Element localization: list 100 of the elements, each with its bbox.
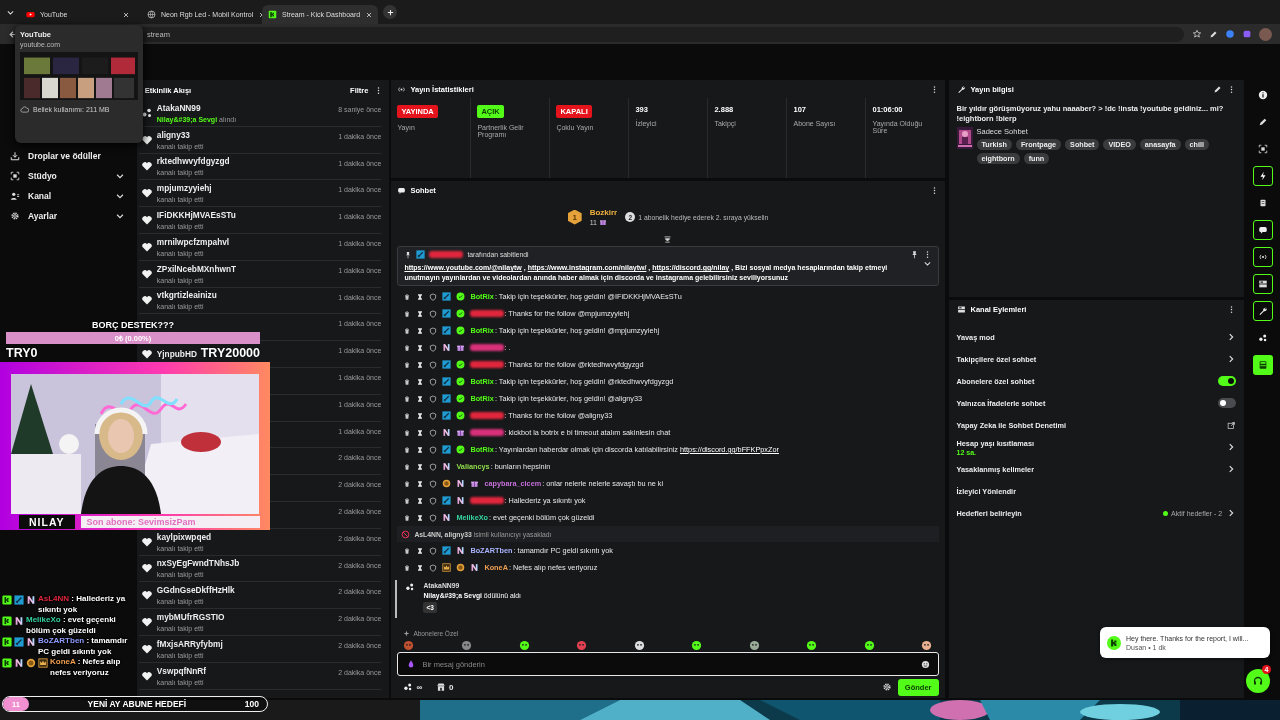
heart-icon [140,616,153,629]
sidebar-item[interactable]: Ayarlar [0,206,135,226]
hourglass-icon[interactable] [416,360,425,369]
focus-icon [10,171,20,181]
hourglass-icon[interactable] [416,394,425,403]
trash-icon[interactable] [403,563,412,572]
hourglass-icon[interactable] [416,445,425,454]
toggle-switch[interactable] [1218,398,1237,408]
focus-icon [1258,144,1268,154]
username: aligny33 [156,129,190,140]
status-dot [1163,510,1169,516]
heart-icon [140,669,153,682]
emote-icon[interactable] [633,640,645,651]
chat-icon [1258,225,1268,235]
emote-icon[interactable] [518,640,530,651]
chat-icon [397,185,407,195]
trash-icon[interactable] [403,343,412,352]
chevron-down-icon[interactable] [922,259,932,268]
new-tab-button[interactable] [383,5,397,19]
goal-min: TRY0 [6,346,38,360]
trash-icon[interactable] [403,445,412,454]
heart-icon [140,348,153,361]
sidebar-item[interactable]: Kanal [0,186,135,206]
rank-badge: 1 [567,209,582,225]
streamer-name: NILAY [19,515,75,529]
username: nxSyEgFwndTNhsJb [156,558,240,569]
hourglass-icon[interactable] [416,563,425,572]
username: rktedhwvyfdgyzgd [156,156,230,167]
hourglass-icon[interactable] [416,513,425,522]
emote-icon[interactable] [748,640,760,651]
sub-goal-title: YENİ AY ABUNE HEDEFİ [86,699,188,709]
help-button[interactable] [1246,669,1270,693]
username: IFiDKKHjMVAEsSTu [156,210,236,221]
rail-button[interactable] [1253,355,1273,375]
trash-icon[interactable] [403,394,412,403]
trash-icon[interactable] [403,428,412,437]
rail-button[interactable] [1253,220,1273,240]
rail-button[interactable] [1253,247,1273,267]
trash-icon[interactable] [403,377,412,386]
trash-icon[interactable] [403,462,412,471]
star-icon[interactable] [1192,29,1202,39]
trash-icon[interactable] [403,360,412,369]
trash-icon[interactable] [403,292,412,301]
hourglass-icon[interactable] [416,377,425,386]
username: ZPxilNcebMXnhwnT [156,263,237,274]
trash-icon[interactable] [403,496,412,505]
hourglass-icon[interactable] [416,326,425,335]
trash-icon[interactable] [403,411,412,420]
user-icon [10,191,20,201]
store-icon [436,682,447,692]
hourglass-icon[interactable] [416,462,425,471]
rail-button[interactable] [1253,301,1273,321]
goal-max: TRY20000 [200,346,260,360]
cloud-icon [20,105,29,114]
heart-icon [140,133,153,146]
username: Bozkirr [589,208,618,217]
heart-icon [140,214,153,227]
hourglass-icon[interactable] [416,309,425,318]
rail-button[interactable] [1253,274,1273,294]
close-icon[interactable] [365,10,374,19]
trash-icon[interactable] [403,479,412,488]
hourglass-icon[interactable] [416,546,425,555]
overlay-chat-message: KoneA : Nefes alıp nefes veriyoruz [50,657,122,678]
pencil-icon[interactable] [1209,29,1218,39]
trash-icon[interactable] [403,513,412,522]
heart-icon [140,642,153,655]
hourglass-icon[interactable] [416,479,425,488]
emote-icon[interactable] [921,640,933,651]
close-icon[interactable] [122,10,130,19]
emote-icon[interactable] [806,640,818,651]
hourglass-icon[interactable] [416,343,425,352]
trash-icon[interactable] [403,326,412,335]
ban-icon [401,529,411,539]
settings-icon[interactable] [881,682,892,692]
scroll-down-icon[interactable] [663,235,673,244]
hourglass-icon[interactable] [416,292,425,301]
emoji-icon[interactable] [920,659,930,669]
trash-icon[interactable] [403,546,412,555]
emote-icon[interactable] [691,640,703,651]
external-link-icon [1227,420,1237,430]
rail-button[interactable] [1253,166,1273,186]
hourglass-icon[interactable] [416,428,425,437]
toggle-switch[interactable] [1218,376,1237,386]
sidebar-item[interactable]: Stüdyo [0,166,135,186]
sparkle-icon [403,629,411,637]
hourglass-icon[interactable] [416,496,425,505]
last-subscriber: Son abone: SevimsizPam [80,516,260,528]
overlay-chat-message: AsL4NN : Hallederiz ya sıkıntı yok [38,594,127,615]
sidebar-item[interactable]: Droplar ve ödüller [0,146,135,166]
heart-icon [140,535,153,548]
overlay-chat-message: MelikeXo : evet geçenki bölüm çok güzeldi [26,615,117,636]
globe-icon [147,10,156,19]
edit-icon [1258,117,1268,127]
edit-icon[interactable] [1213,84,1223,94]
hourglass-icon[interactable] [416,411,425,420]
download-icon [10,151,20,161]
heart-icon [140,589,153,602]
headset-icon [1252,675,1264,687]
trash-icon[interactable] [403,309,412,318]
emote-icon[interactable] [863,640,875,651]
